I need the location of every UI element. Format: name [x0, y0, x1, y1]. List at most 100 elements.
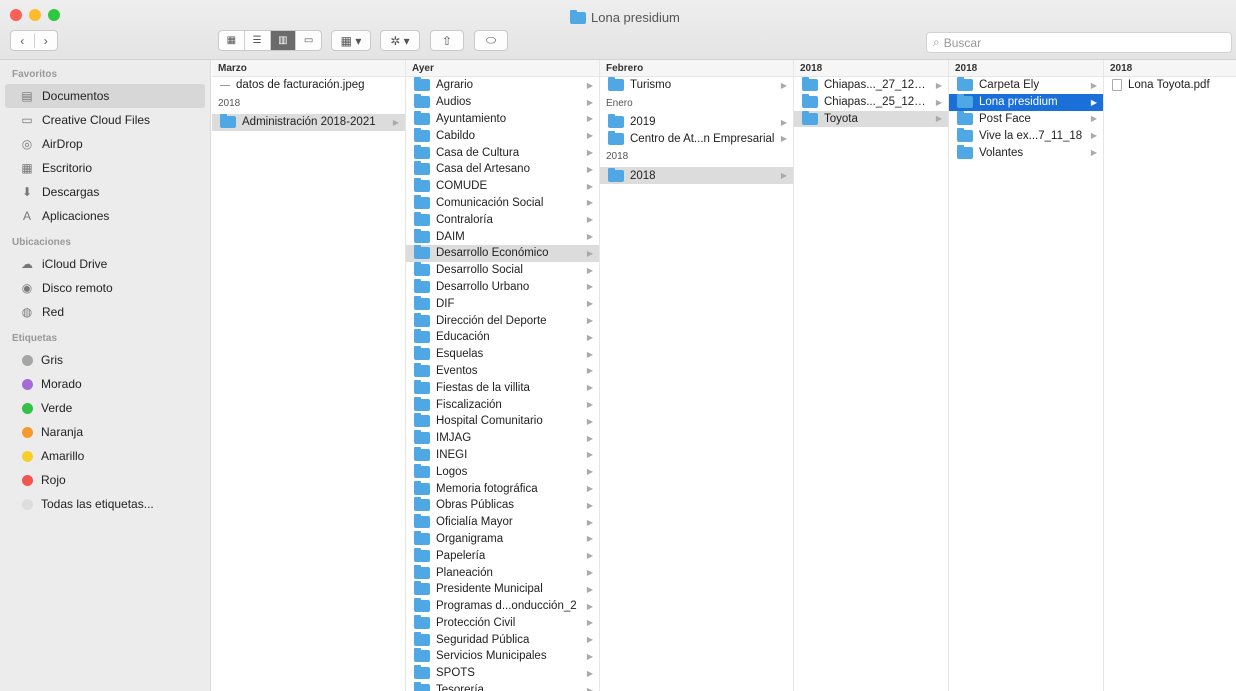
action-button[interactable]: ✲ ▾	[380, 30, 420, 51]
column-group-heading: 2018	[218, 97, 241, 109]
browser-column-4[interactable]: 2018 Chiapas..._27_12_18 ▶ Chiapas..._25_12…	[794, 60, 949, 691]
zoom-window-button[interactable]	[48, 9, 60, 21]
folder-item[interactable]: Servicios Municipales ▶	[406, 648, 599, 665]
folder-item[interactable]: Fiscalización ▶	[406, 396, 599, 413]
folder-item[interactable]: Casa de Cultura ▶	[406, 144, 599, 161]
sidebar-item-documents[interactable]: ▤ Documentos	[5, 84, 205, 108]
sidebar-tag-item[interactable]: Gris	[0, 348, 210, 372]
folder-item[interactable]: Papelería ▶	[406, 547, 599, 564]
folder-item[interactable]: Oficialía Mayor ▶	[406, 514, 599, 531]
navigation-buttons: ‹ ›	[10, 30, 58, 51]
folder-icon	[414, 547, 430, 562]
column-group-heading: Febrero	[600, 60, 793, 77]
folder-item[interactable]: 2019 ▶	[600, 114, 793, 131]
folder-item[interactable]: Carpeta Ely ▶	[949, 77, 1103, 94]
column-view-button[interactable]: ▥	[269, 31, 296, 50]
item-label: Comunicación Social	[436, 196, 544, 209]
sidebar-tag-item[interactable]: Verde	[0, 396, 210, 420]
minimize-window-button[interactable]	[29, 9, 41, 21]
browser-column-5[interactable]: 2018 Carpeta Ely ▶ Lona presidium ▶ Post Face…	[949, 60, 1104, 691]
folder-icon	[414, 665, 430, 680]
list-view-button[interactable]: ☰	[243, 31, 270, 50]
folder-item[interactable]: Volantes ▶	[949, 144, 1103, 161]
folder-item[interactable]: Administración 2018-2021 ▶	[212, 113, 405, 131]
sidebar-item-folder[interactable]: ▭ Creative Cloud Files	[0, 108, 210, 132]
sidebar-tag-item[interactable]: Naranja	[0, 420, 210, 444]
folder-item[interactable]: Educación ▶	[406, 329, 599, 346]
folder-item[interactable]: Presidente Municipal ▶	[406, 581, 599, 598]
sidebar-tag-item[interactable]: Todas las etiquetas...	[0, 492, 210, 516]
folder-item[interactable]: Agrario ▶	[406, 77, 599, 94]
sidebar-tag-item[interactable]: Morado	[0, 372, 210, 396]
browser-column-2[interactable]: Ayer Agrario ▶ Audios ▶ Ayuntamiento ▶ Cabildo ▶…	[406, 60, 600, 691]
folder-item[interactable]: Desarrollo Urbano ▶	[406, 278, 599, 296]
folder-item[interactable]: Comunicación Social ▶	[406, 194, 599, 212]
edit-tags-button[interactable]: ⬭	[474, 30, 508, 51]
folder-item[interactable]: Esquelas ▶	[406, 346, 599, 363]
folder-item[interactable]: Chiapas..._27_12_18 ▶	[794, 77, 948, 94]
folder-item[interactable]: Tesorería ▶	[406, 682, 599, 691]
search-field[interactable]: ⌕ Buscar	[926, 32, 1232, 53]
sidebar-tag-item[interactable]: Amarillo	[0, 444, 210, 468]
folder-item[interactable]: Dirección del Deporte ▶	[406, 312, 599, 329]
folder-item[interactable]: Vive la ex...7_11_18 ▶	[949, 127, 1103, 144]
folder-item[interactable]: Hospital Comunitario ▶	[406, 413, 599, 430]
sidebar-item-desktop[interactable]: ▦ Escritorio	[0, 156, 210, 180]
sidebar-item-network[interactable]: ◍ Red	[0, 300, 210, 324]
folder-item[interactable]: SPOTS ▶	[406, 665, 599, 682]
sidebar-tag-item[interactable]: Rojo	[0, 468, 210, 492]
back-button[interactable]: ‹	[11, 34, 34, 48]
folder-item[interactable]: Desarrollo Social ▶	[406, 262, 599, 279]
close-window-button[interactable]	[10, 9, 22, 21]
folder-item[interactable]: Cabildo ▶	[406, 127, 599, 144]
folder-item[interactable]: Ayuntamiento ▶	[406, 110, 599, 128]
folder-item[interactable]: Audios ▶	[406, 94, 599, 111]
folder-item[interactable]: IMJAG ▶	[406, 430, 599, 447]
folder-item[interactable]: INEGI ▶	[406, 446, 599, 464]
folder-item[interactable]: Lona presidium ▶	[949, 93, 1103, 111]
folder-item[interactable]: Centro de At...n Empresarial ▶	[600, 130, 793, 148]
item-label: 2019	[630, 116, 656, 129]
share-button[interactable]: ⇧	[430, 30, 464, 51]
folder-item[interactable]: Organigrama ▶	[406, 530, 599, 548]
folder-item[interactable]: DIF ▶	[406, 295, 599, 312]
column-group-heading: Enero	[606, 97, 633, 109]
folder-item[interactable]: Toyota ▶	[794, 110, 948, 128]
folder-item[interactable]: DAIM ▶	[406, 228, 599, 245]
sidebar-item-cloud[interactable]: ☁ iCloud Drive	[0, 252, 210, 276]
folder-item[interactable]: Post Face ▶	[949, 110, 1103, 128]
folder-item[interactable]: Planeación ▶	[406, 564, 599, 581]
folder-item[interactable]: Chiapas..._25_12_18 ▶	[794, 94, 948, 111]
forward-button[interactable]: ›	[33, 33, 58, 48]
file-item[interactable]: Lona Toyota.pdf	[1104, 77, 1236, 94]
icon-view-button[interactable]: ▦	[219, 31, 244, 50]
folder-item[interactable]: Turismo ▶	[600, 77, 793, 94]
sidebar-item-applications[interactable]: A Aplicaciones	[0, 204, 210, 228]
column-group-heading: Ayer	[406, 60, 599, 77]
tag-color-dot-icon	[22, 354, 33, 366]
folder-item[interactable]: Eventos ▶	[406, 362, 599, 380]
file-icon	[220, 84, 230, 86]
folder-item[interactable]: Programas d...onducción_2 ▶	[406, 598, 599, 615]
folder-item[interactable]: Protección Civil ▶	[406, 614, 599, 632]
browser-column-6[interactable]: 2018 Lona Toyota.pdf	[1104, 60, 1236, 691]
folder-item[interactable]: Fiestas de la villita ▶	[406, 379, 599, 396]
browser-column-1[interactable]: Marzo datos de facturación.jpeg 2018 Admini…	[212, 60, 406, 691]
gallery-view-button[interactable]: ▭	[295, 31, 321, 50]
group-button[interactable]: ▦ ▾	[331, 30, 371, 51]
folder-item[interactable]: Logos ▶	[406, 463, 599, 480]
folder-item[interactable]: COMUDE ▶	[406, 178, 599, 195]
sidebar-item-airdrop[interactable]: ◎ AirDrop	[0, 132, 210, 156]
folder-item[interactable]: Contraloría ▶	[406, 211, 599, 228]
folder-item[interactable]: Memoria fotográfica ▶	[406, 480, 599, 497]
item-label: 2018	[630, 169, 656, 182]
folder-item[interactable]: 2018 ▶	[600, 167, 793, 185]
sidebar-item-downloads[interactable]: ⬇ Descargas	[0, 180, 210, 204]
sidebar-item-disc[interactable]: ◉ Disco remoto	[0, 276, 210, 300]
folder-item[interactable]: Desarrollo Económico ▶	[406, 244, 599, 262]
file-item[interactable]: datos de facturación.jpeg	[212, 77, 405, 94]
folder-item[interactable]: Obras Públicas ▶	[406, 497, 599, 514]
browser-column-3[interactable]: Febrero Turismo ▶ Enero 2019 ▶ Centro de At...…	[600, 60, 794, 691]
folder-item[interactable]: Seguridad Pública ▶	[406, 631, 599, 648]
folder-item[interactable]: Casa del Artesano ▶	[406, 161, 599, 178]
